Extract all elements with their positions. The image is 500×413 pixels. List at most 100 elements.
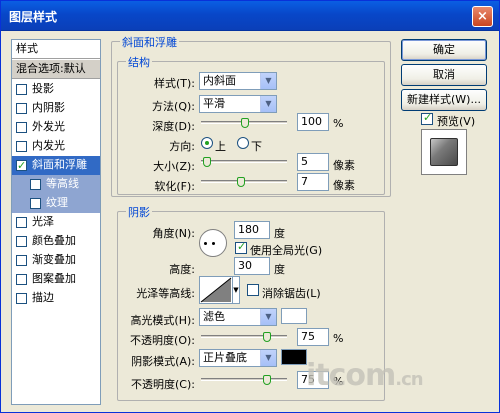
texture-checkbox[interactable] [30, 198, 41, 209]
style-item-label: 外发光 [32, 120, 65, 133]
highlight-mode-select[interactable]: 滤色 ▼ [199, 308, 277, 326]
styles-list-header[interactable]: 样式 [12, 40, 100, 59]
stroke-checkbox[interactable] [16, 293, 27, 304]
chevron-down-icon: ▼ [260, 309, 276, 325]
highlight-opacity-slider[interactable] [201, 335, 287, 338]
depth-label: 深度(D): [152, 120, 195, 133]
ok-button[interactable]: 确定 [401, 39, 487, 61]
depth-input[interactable]: 100 [297, 113, 329, 131]
bevel-emboss-checkbox[interactable] [16, 157, 27, 175]
technique-select[interactable]: 平滑 ▼ [199, 95, 277, 113]
style-item-label: 斜面和浮雕 [32, 158, 87, 171]
style-item-stroke[interactable]: 描边 [12, 289, 100, 308]
style-item-satin[interactable]: 光泽 [12, 213, 100, 232]
style-item-outer-glow[interactable]: 外发光 [12, 118, 100, 137]
direction-down-radio[interactable] [237, 137, 249, 149]
shadow-mode-select[interactable]: 正片叠底 ▼ [199, 349, 277, 367]
inner-glow-checkbox[interactable] [16, 141, 27, 152]
style-item-label: 描边 [32, 291, 54, 304]
dialog-title: 图层样式 [9, 10, 58, 24]
soften-slider-thumb[interactable] [237, 177, 245, 187]
contour-curve-icon [200, 277, 232, 303]
depth-unit: % [333, 117, 344, 130]
style-item-drop-shadow[interactable]: 投影 [12, 80, 100, 99]
global-light-label: 使用全局光(G) [250, 244, 323, 257]
blending-options-item[interactable]: 混合选项:默认 [12, 60, 100, 79]
style-preview [421, 129, 467, 175]
global-light-checkbox[interactable] [235, 240, 247, 254]
chevron-down-icon: ▼ [260, 96, 276, 112]
direction-up-label: 上 [215, 140, 226, 153]
style-item-label: 内阴影 [32, 101, 65, 114]
angle-dial[interactable] [199, 229, 227, 257]
depth-slider-thumb[interactable] [241, 118, 249, 128]
style-item-texture[interactable]: 纹理 [12, 194, 100, 213]
chevron-down-icon: ▼ [260, 73, 276, 89]
size-label: 大小(Z): [153, 160, 195, 173]
layer-style-dialog: 图层样式 × 样式 混合选项:默认 投影 内阴影 外发光 内发光 斜面和浮雕 等… [0, 0, 500, 413]
highlight-mode-value: 滤色 [203, 310, 225, 323]
style-item-label: 光泽 [32, 215, 54, 228]
chevron-down-icon: ▼ [260, 350, 276, 366]
size-slider[interactable] [201, 160, 287, 163]
highlight-opacity-thumb[interactable] [263, 332, 271, 342]
anti-aliased-label: 消除锯齿(L) [262, 287, 321, 300]
highlight-color-swatch[interactable] [281, 308, 307, 324]
size-slider-thumb[interactable] [203, 157, 211, 167]
gloss-contour-picker[interactable] [199, 276, 233, 304]
angle-label: 角度(N): [152, 227, 195, 240]
inner-shadow-checkbox[interactable] [16, 103, 27, 114]
cancel-button[interactable]: 取消 [401, 64, 487, 86]
anti-aliased-checkbox[interactable] [247, 284, 259, 296]
shadow-mode-value: 正片叠底 [203, 351, 247, 364]
bevel-emboss-title: 斜面和浮雕 [120, 34, 179, 50]
style-item-inner-shadow[interactable]: 内阴影 [12, 99, 100, 118]
style-item-inner-glow[interactable]: 内发光 [12, 137, 100, 156]
satin-checkbox[interactable] [16, 217, 27, 228]
soften-input[interactable]: 7 [297, 173, 329, 191]
new-style-button[interactable]: 新建样式(W)... [401, 89, 487, 111]
structure-title: 结构 [126, 54, 152, 70]
bevel-style-value: 内斜面 [203, 74, 236, 87]
size-input[interactable]: 5 [297, 153, 329, 171]
gloss-contour-label: 光泽等高线: [136, 287, 195, 300]
shadow-opacity-slider[interactable] [201, 378, 287, 381]
style-item-gradient-overlay[interactable]: 渐变叠加 [12, 251, 100, 270]
watermark-main: itcom [306, 358, 396, 393]
direction-down-label: 下 [251, 140, 262, 153]
style-item-bevel-emboss[interactable]: 斜面和浮雕 [12, 156, 100, 175]
style-item-label: 等高线 [46, 177, 79, 190]
angle-input[interactable]: 180 [234, 221, 270, 239]
altitude-input[interactable]: 30 [234, 257, 270, 275]
chevron-down-icon[interactable]: ▼ [232, 276, 240, 304]
gradient-overlay-checkbox[interactable] [16, 255, 27, 266]
color-overlay-checkbox[interactable] [16, 236, 27, 247]
contour-checkbox[interactable] [30, 179, 41, 190]
style-item-color-overlay[interactable]: 颜色叠加 [12, 232, 100, 251]
soften-unit: 像素 [333, 179, 355, 192]
shadow-opacity-label: 不透明度(C): [131, 378, 195, 391]
highlight-opacity-input[interactable]: 75 [297, 328, 329, 346]
close-button[interactable]: × [472, 6, 493, 27]
outer-glow-checkbox[interactable] [16, 122, 27, 133]
bevel-style-select[interactable]: 内斜面 ▼ [199, 72, 277, 90]
dial-center-dot [212, 242, 215, 245]
dial-angle-dot [204, 242, 207, 245]
altitude-label: 高度: [169, 263, 195, 276]
shadow-color-swatch[interactable] [281, 349, 307, 365]
style-item-pattern-overlay[interactable]: 图案叠加 [12, 270, 100, 289]
technique-label: 方法(Q): [152, 100, 195, 113]
angle-unit: 度 [274, 227, 285, 240]
watermark-tld: .cn [395, 369, 423, 390]
shading-title: 阴影 [126, 204, 152, 220]
style-label: 样式(T): [153, 77, 195, 90]
drop-shadow-checkbox[interactable] [16, 84, 27, 95]
style-item-label: 渐变叠加 [32, 253, 76, 266]
style-item-contour[interactable]: 等高线 [12, 175, 100, 194]
preview-checkbox[interactable] [421, 111, 433, 125]
shadow-opacity-thumb[interactable] [263, 375, 271, 385]
direction-up-radio[interactable] [201, 137, 213, 149]
technique-value: 平滑 [203, 97, 225, 110]
direction-label: 方向: [169, 140, 195, 153]
pattern-overlay-checkbox[interactable] [16, 274, 27, 285]
